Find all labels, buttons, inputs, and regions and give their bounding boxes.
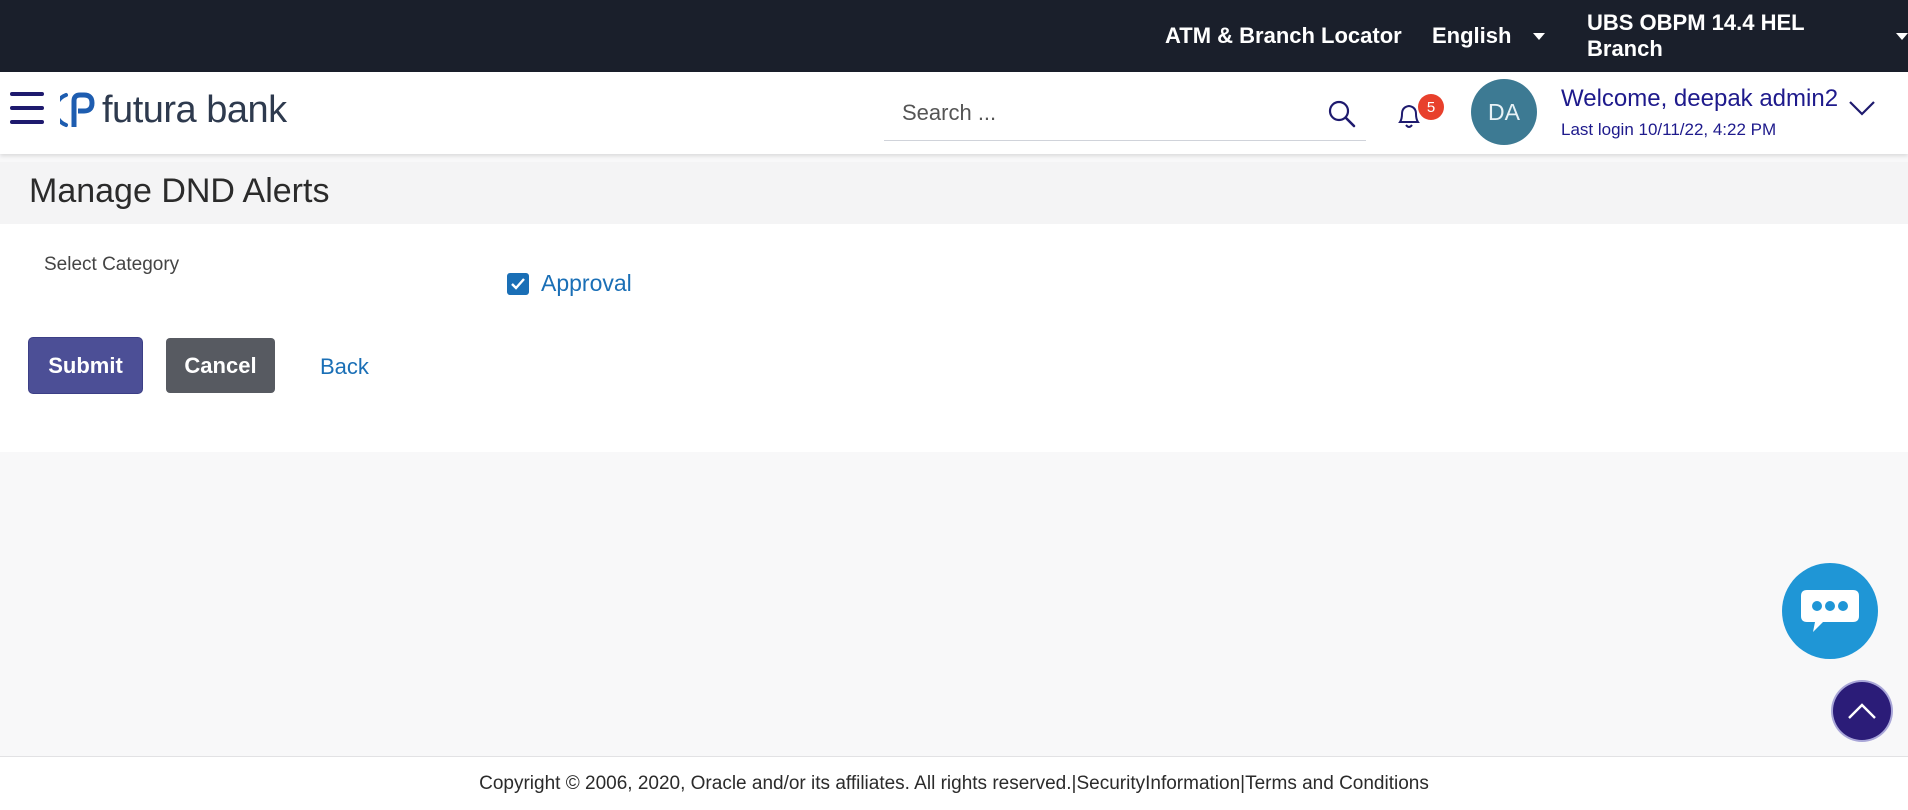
welcome-text: Welcome, deepak admin2 (1561, 85, 1839, 112)
chevron-down-icon[interactable] (1848, 100, 1876, 116)
chatbot-button[interactable] (1782, 563, 1878, 659)
menu-icon[interactable] (10, 92, 44, 124)
branch-selector[interactable]: UBS OBPM 14.4 HEL Branch (1587, 0, 1908, 72)
cancel-button[interactable]: Cancel (166, 338, 275, 393)
language-label: English (1432, 23, 1512, 48)
top-bar: ATM & Branch Locator English UBS OBPM 14… (0, 0, 1908, 72)
approval-label: Approval (541, 270, 632, 296)
caret-down-icon (1896, 32, 1908, 40)
header: futura bank 5 DA Welcome, deepak admin2 … (0, 72, 1908, 154)
back-link[interactable]: Back (320, 354, 369, 380)
title-bar: Manage DND Alerts (0, 162, 1908, 224)
atm-branch-locator-label: ATM & Branch Locator (1165, 23, 1402, 48)
bank-logo[interactable]: futura bank (60, 88, 287, 132)
futura-logo-icon (60, 92, 95, 127)
language-selector[interactable]: English (1432, 0, 1546, 72)
approval-checkbox[interactable] (507, 272, 529, 295)
branch-label: UBS OBPM 14.4 HEL Branch (1587, 10, 1805, 61)
last-login-text: Last login 10/11/22, 4:22 PM (1561, 120, 1777, 139)
search-icon[interactable] (1328, 100, 1356, 128)
chat-bubble-icon (1801, 590, 1859, 632)
bank-name: futura bank (102, 88, 287, 131)
security-information-link[interactable]: SecurityInformation (1076, 773, 1240, 795)
copyright-text: Copyright © 2006, 2020, Oracle and/or it… (479, 772, 1072, 794)
footer: Copyright © 2006, 2020, Oracle and/or it… (0, 756, 1908, 810)
notifications-button[interactable]: 5 (1396, 94, 1448, 134)
approval-checkbox-option[interactable]: Approval (507, 270, 632, 297)
chevron-up-icon (1848, 703, 1876, 719)
search-box (884, 86, 1366, 141)
checkmark-icon (511, 277, 525, 290)
select-category-label: Select Category (44, 254, 180, 275)
scroll-to-top-button[interactable] (1833, 682, 1891, 740)
submit-button[interactable]: Submit (29, 338, 142, 393)
main-content: Select Category Approval Submit Cancel B… (0, 224, 1908, 452)
search-input[interactable] (902, 98, 1302, 128)
terms-and-conditions-link[interactable]: Terms and Conditions (1245, 773, 1429, 795)
atm-branch-locator-link[interactable]: ATM & Branch Locator (1165, 0, 1402, 72)
caret-down-icon (1533, 32, 1546, 40)
avatar[interactable]: DA (1471, 79, 1537, 145)
page-title: Manage DND Alerts (29, 172, 330, 210)
notification-count-badge: 5 (1418, 94, 1444, 120)
